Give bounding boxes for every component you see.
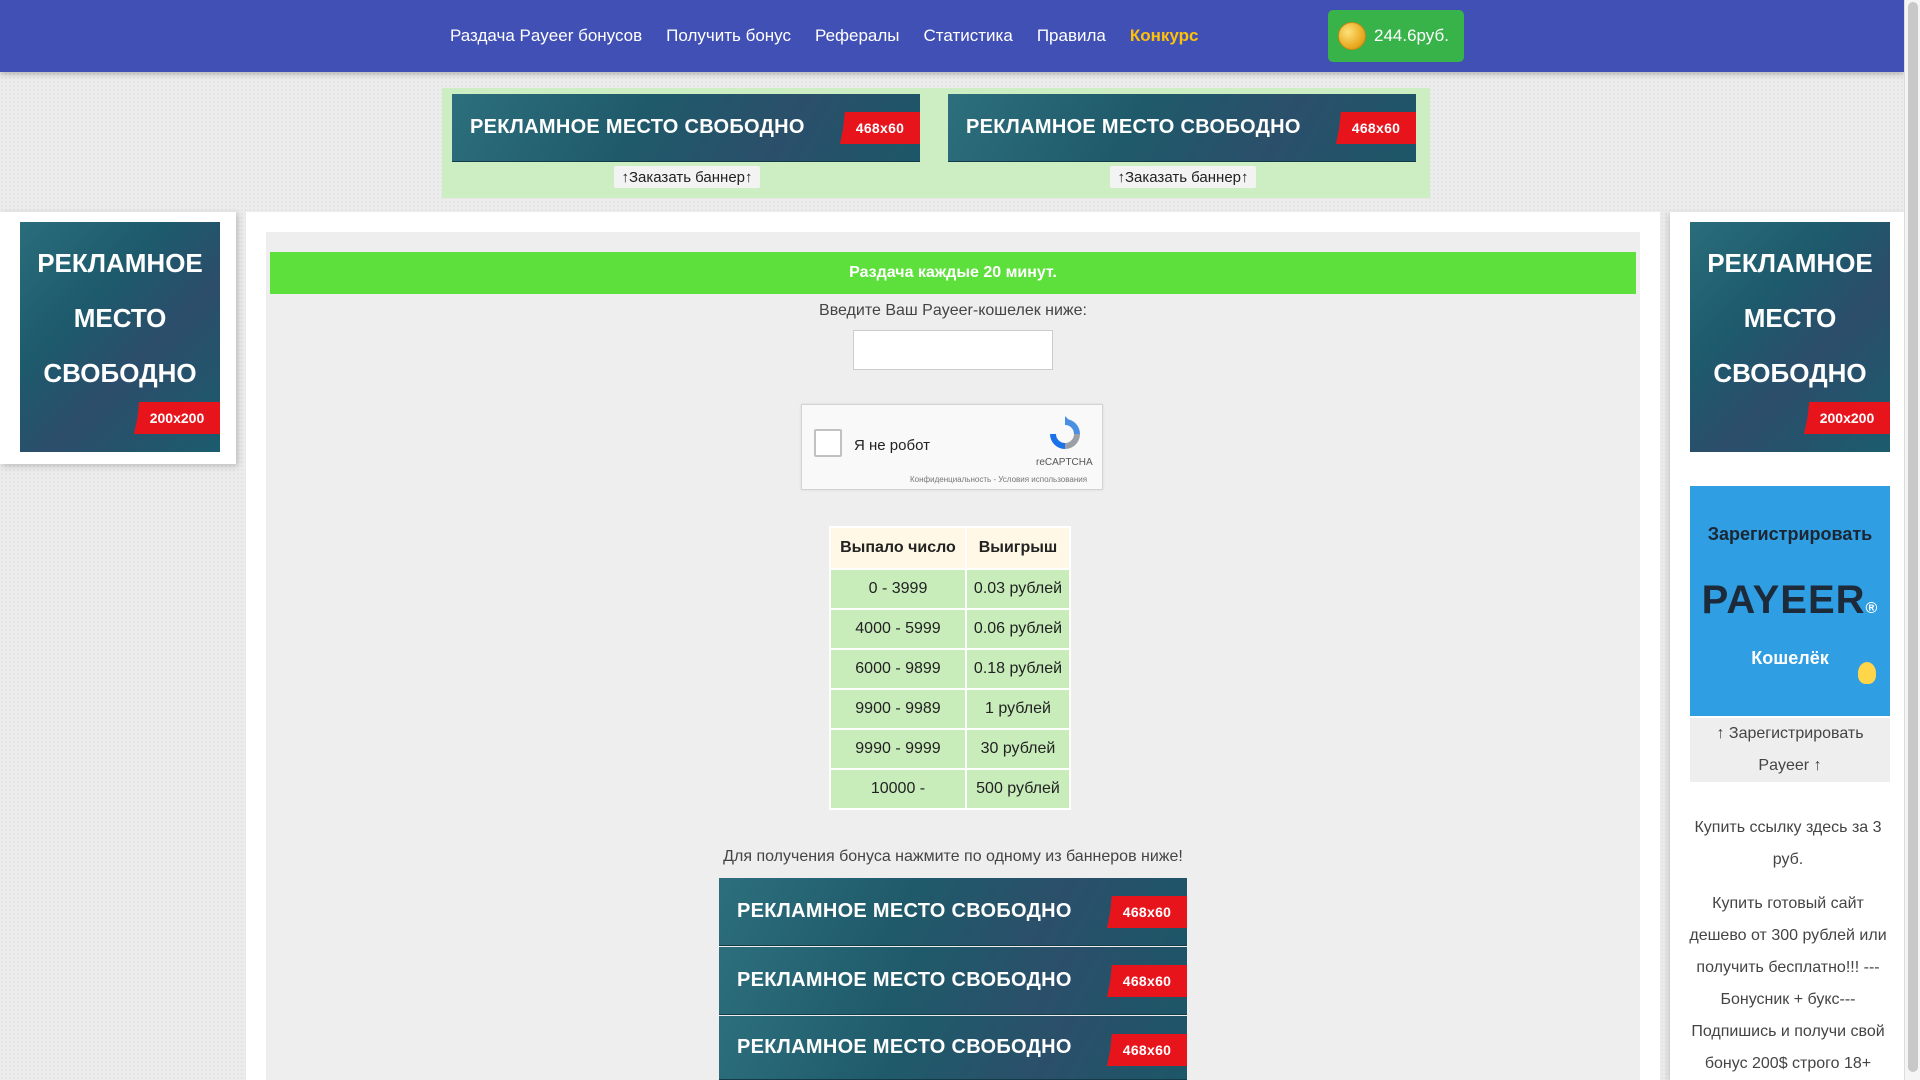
banner-text: РЕКЛАМНОЕ МЕСТО СВОБОДНО bbox=[737, 1036, 1072, 1058]
banner-size-tag: 468x60 bbox=[1107, 1034, 1187, 1066]
banner-size-tag: 468x60 bbox=[1107, 965, 1187, 997]
main-content: Раздача каждые 20 минут. Введите Ваш Pay… bbox=[246, 212, 1660, 1080]
recaptcha-links[interactable]: Конфиденциальность - Условия использован… bbox=[910, 475, 1087, 484]
banner-text: РЕКЛАМНОЕ МЕСТО СВОБОДНО bbox=[737, 900, 1072, 922]
left-square-ad[interactable]: РЕКЛАМНОЕ МЕСТО СВОБОДНО 200x200 bbox=[20, 222, 220, 452]
ad-line-2: МЕСТО bbox=[1743, 303, 1837, 333]
nav-link-rules[interactable]: Правила bbox=[1037, 26, 1106, 46]
payeer-logo: PAYEER® bbox=[1690, 578, 1890, 623]
table-row: 10000 - 500 рублей bbox=[831, 770, 1069, 808]
table-row: 9900 - 9989 1 рублей bbox=[831, 690, 1069, 728]
nav-link-referrals[interactable]: Рефералы bbox=[815, 26, 900, 46]
prize-amount: 0.06 рублей bbox=[966, 610, 1069, 648]
ad-line-1: РЕКЛАМНОЕ bbox=[1707, 248, 1873, 278]
table-row: 6000 - 9899 0.18 рублей bbox=[831, 650, 1069, 688]
top-banner-right[interactable]: РЕКЛАМНОЕ МЕСТО СВОБОДНО 468x60 bbox=[948, 94, 1416, 162]
nav-link-get-bonus[interactable]: Получить бонус bbox=[666, 26, 791, 46]
payeer-register-title: Зарегистрировать bbox=[1707, 524, 1873, 544]
balance-badge[interactable]: 244.6руб. bbox=[1328, 10, 1464, 62]
top-navbar: Раздача Payeer бонусов Получить бонус Ре… bbox=[0, 0, 1904, 72]
col-header-number: Выпало число bbox=[831, 528, 965, 568]
wallet-label: Введите Ваш Payeer-кошелек ниже: bbox=[819, 302, 1087, 319]
recaptcha-widget: Я не робот reCAPTCHA Конфиденциальность … bbox=[801, 404, 1103, 490]
right-square-ad[interactable]: РЕКЛАМНОЕ МЕСТО СВОБОДНО 200x200 bbox=[1690, 222, 1890, 452]
recaptcha-checkbox[interactable] bbox=[814, 429, 842, 457]
banner-text: РЕКЛАМНОЕ МЕСТО СВОБОДНО bbox=[737, 969, 1072, 991]
col-header-prize: Выигрыш bbox=[966, 528, 1069, 568]
nav-link-payeer-bonuses[interactable]: Раздача Payeer бонусов bbox=[450, 26, 642, 46]
banner-text: РЕКЛАМНОЕ МЕСТО СВОБОДНО bbox=[470, 116, 805, 138]
banner-text: РЕКЛАМНОЕ МЕСТО СВОБОДНО bbox=[966, 116, 1301, 138]
top-banner-left[interactable]: РЕКЛАМНОЕ МЕСТО СВОБОДНО 468x60 bbox=[452, 94, 920, 162]
ad-line-1: РЕКЛАМНОЕ bbox=[37, 248, 203, 278]
right-sidebar: РЕКЛАМНОЕ МЕСТО СВОБОДНО 200x200 Зарегис… bbox=[1670, 212, 1904, 1080]
bonus-banner-1[interactable]: РЕКЛАМНОЕ МЕСТО СВОБОДНО 468x60 bbox=[719, 878, 1187, 946]
payeer-logo-mark: ® bbox=[1865, 600, 1879, 617]
prize-amount: 30 рублей bbox=[966, 730, 1069, 768]
ad-line-2: МЕСТО bbox=[73, 303, 167, 333]
distribution-notice: Раздача каждые 20 минут. bbox=[270, 252, 1636, 294]
ad-line-3: СВОБОДНО bbox=[43, 358, 197, 388]
ad-size-tag: 200x200 bbox=[134, 402, 220, 434]
buy-link-text[interactable]: Купить ссылку здесь за 3 руб. bbox=[1688, 812, 1888, 876]
coin-icon bbox=[1338, 22, 1366, 50]
left-sidebar: РЕКЛАМНОЕ МЕСТО СВОБОДНО 200x200 bbox=[0, 212, 236, 464]
number-range: 9990 - 9999 bbox=[831, 730, 965, 768]
top-banner-area: РЕКЛАМНОЕ МЕСТО СВОБОДНО 468x60 ↑Заказат… bbox=[442, 88, 1430, 198]
number-range: 9900 - 9989 bbox=[831, 690, 965, 728]
bonus-banner-3[interactable]: РЕКЛАМНОЕ МЕСТО СВОБОДНО 468x60 bbox=[719, 1016, 1187, 1080]
banner-size-tag: 468x60 bbox=[840, 112, 920, 144]
number-range: 4000 - 5999 bbox=[831, 610, 965, 648]
prize-amount: 0.18 рублей bbox=[966, 650, 1069, 688]
ad-size-tag: 200x200 bbox=[1804, 402, 1890, 434]
order-banner-link-right[interactable]: ↑Заказать баннер↑ bbox=[1110, 166, 1256, 188]
scrollbar-thumb[interactable] bbox=[1908, 2, 1918, 1072]
bonus-instruction: Для получения бонуса нажмите по одному и… bbox=[723, 848, 1183, 865]
prize-amount: 500 рублей bbox=[966, 770, 1069, 808]
table-row: 9990 - 9999 30 рублей bbox=[831, 730, 1069, 768]
ad-line-3: СВОБОДНО bbox=[1713, 358, 1867, 388]
order-banner-link-left[interactable]: ↑Заказать баннер↑ bbox=[614, 166, 760, 188]
number-range: 0 - 3999 bbox=[831, 570, 965, 608]
bonus-banner-2[interactable]: РЕКЛАМНОЕ МЕСТО СВОБОДНО 468x60 bbox=[719, 947, 1187, 1015]
nav-link-statistics[interactable]: Статистика bbox=[924, 26, 1013, 46]
balance-amount: 244.6руб. bbox=[1374, 26, 1449, 45]
payeer-register-ad[interactable]: Зарегистрировать PAYEER® Кошелёк bbox=[1690, 486, 1890, 716]
table-row: 0 - 3999 0.03 рублей bbox=[831, 570, 1069, 608]
number-range: 10000 - bbox=[831, 770, 965, 808]
banner-size-tag: 468x60 bbox=[1336, 112, 1416, 144]
nav-menu: Раздача Payeer бонусов Получить бонус Ре… bbox=[450, 0, 1198, 72]
recaptcha-logo-icon bbox=[1050, 416, 1080, 449]
lightbulb-icon bbox=[1858, 662, 1876, 684]
page-scrollbar[interactable] bbox=[1904, 0, 1920, 1080]
table-header-row: Выпало число Выигрыш bbox=[831, 528, 1069, 568]
bonus-form-area: Раздача каждые 20 минут. Введите Ваш Pay… bbox=[266, 232, 1640, 1080]
prize-amount: 0.03 рублей bbox=[966, 570, 1069, 608]
recaptcha-brand: reCAPTCHA bbox=[1036, 457, 1093, 468]
promo-text[interactable]: Купить готовый сайт дешево от 300 рублей… bbox=[1688, 888, 1888, 1080]
register-payeer-link[interactable]: ↑ Зарегистрировать Payeer ↑ bbox=[1690, 718, 1890, 782]
payeer-logo-text: PAYEER bbox=[1701, 578, 1866, 622]
wallet-input[interactable] bbox=[853, 330, 1053, 370]
payout-table: Выпало число Выигрыш 0 - 3999 0.03 рубле… bbox=[829, 526, 1071, 810]
banner-size-tag: 468x60 bbox=[1107, 896, 1187, 928]
recaptcha-label: Я не робот bbox=[854, 437, 930, 454]
table-row: 4000 - 5999 0.06 рублей bbox=[831, 610, 1069, 648]
number-range: 6000 - 9899 bbox=[831, 650, 965, 688]
prize-amount: 1 рублей bbox=[966, 690, 1069, 728]
nav-link-contest[interactable]: Конкурс bbox=[1130, 26, 1199, 46]
